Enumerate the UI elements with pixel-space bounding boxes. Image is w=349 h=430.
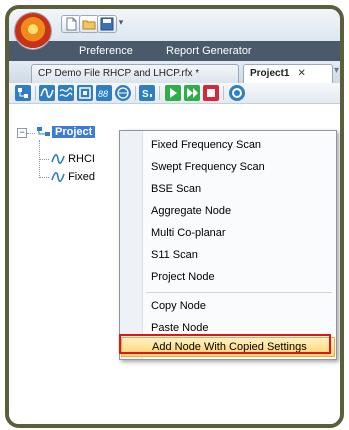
close-icon[interactable]: ✕ [297,65,305,83]
tab-cp-demo-file[interactable]: CP Demo File RHCP and LHCP.rfx * [31,64,239,83]
menu-separator [146,292,332,293]
menu-item-fixed-frequency-scan[interactable]: Fixed Frequency Scan [121,135,335,156]
title-bar: ▾ [9,9,340,41]
menu-preference[interactable]: Preference [79,41,133,61]
coplanar-icon[interactable]: 88 [96,85,112,101]
tree-connector [27,133,35,134]
s11-icon[interactable] [115,85,131,101]
tree-node-rhcp[interactable]: RHCI [51,151,95,167]
toolbar-separator [223,86,224,100]
tree-node-label: RHCI [68,153,95,165]
context-menu: Fixed Frequency Scan Swept Frequency Sca… [119,130,337,360]
tab-label: Project1 [250,68,290,79]
menu-item-project-node[interactable]: Project Node [121,267,335,288]
menu-report-generator[interactable]: Report Generator [166,41,252,61]
menu-item-multi-coplanar[interactable]: Multi Co-planar [121,223,335,244]
play-icon[interactable] [165,85,181,101]
menu-bar: Preference Report Generator [9,41,340,61]
menu-item-aggregate-node[interactable]: Aggregate Node [121,201,335,222]
tree-node-project[interactable]: Project [36,124,96,140]
quick-access-dropdown-icon[interactable]: ▾ [116,15,126,29]
collapse-expander-icon[interactable]: − [17,128,27,138]
record-icon[interactable] [229,85,245,101]
menu-item-s11-scan[interactable]: S11 Scan [121,245,335,266]
app-window: ▾ Preference Report Generator CP Demo Fi… [5,5,344,428]
project-node-icon [37,127,50,137]
step-icon[interactable] [184,85,200,101]
svg-text:88: 88 [98,89,108,99]
open-folder-icon[interactable] [79,15,99,33]
tab-label: CP Demo File RHCP and LHCP.rfx * [38,68,200,79]
toolbar-separator [159,86,160,100]
menu-item-copy-node[interactable]: Copy Node [121,296,335,317]
multi-wave-icon[interactable] [58,85,74,101]
toolbar-separator [135,86,136,100]
tree-connector [39,159,49,160]
document-tab-bar: CP Demo File RHCP and LHCP.rfx * Project… [9,61,340,84]
toolbar-separator [35,86,36,100]
wave-node-icon [51,154,65,165]
wave-icon[interactable] [39,85,55,101]
toolbar: 88 S [9,83,340,104]
wave-node-icon [51,172,65,183]
application-orb-button[interactable] [15,13,51,49]
tree-connector [39,177,49,178]
new-file-icon[interactable] [61,15,81,33]
highlight-callout-box [119,334,331,354]
menu-item-bse-scan[interactable]: BSE Scan [121,179,335,200]
menu-item-swept-frequency-scan[interactable]: Swept Frequency Scan [121,157,335,178]
sweep-icon[interactable]: S [139,85,155,101]
tab-project1[interactable]: Project1 ✕ [243,64,333,83]
tree-node-label: Fixed [68,171,95,183]
save-icon[interactable] [97,15,117,33]
project-icon[interactable] [15,85,31,101]
svg-text:S: S [142,89,149,100]
bse-icon[interactable] [77,85,93,101]
tab-overflow-icon[interactable]: ▾ [334,65,339,76]
tree-node-label: Project [52,126,96,138]
stop-icon[interactable] [203,85,219,101]
tree-node-fixed[interactable]: Fixed [51,169,95,185]
